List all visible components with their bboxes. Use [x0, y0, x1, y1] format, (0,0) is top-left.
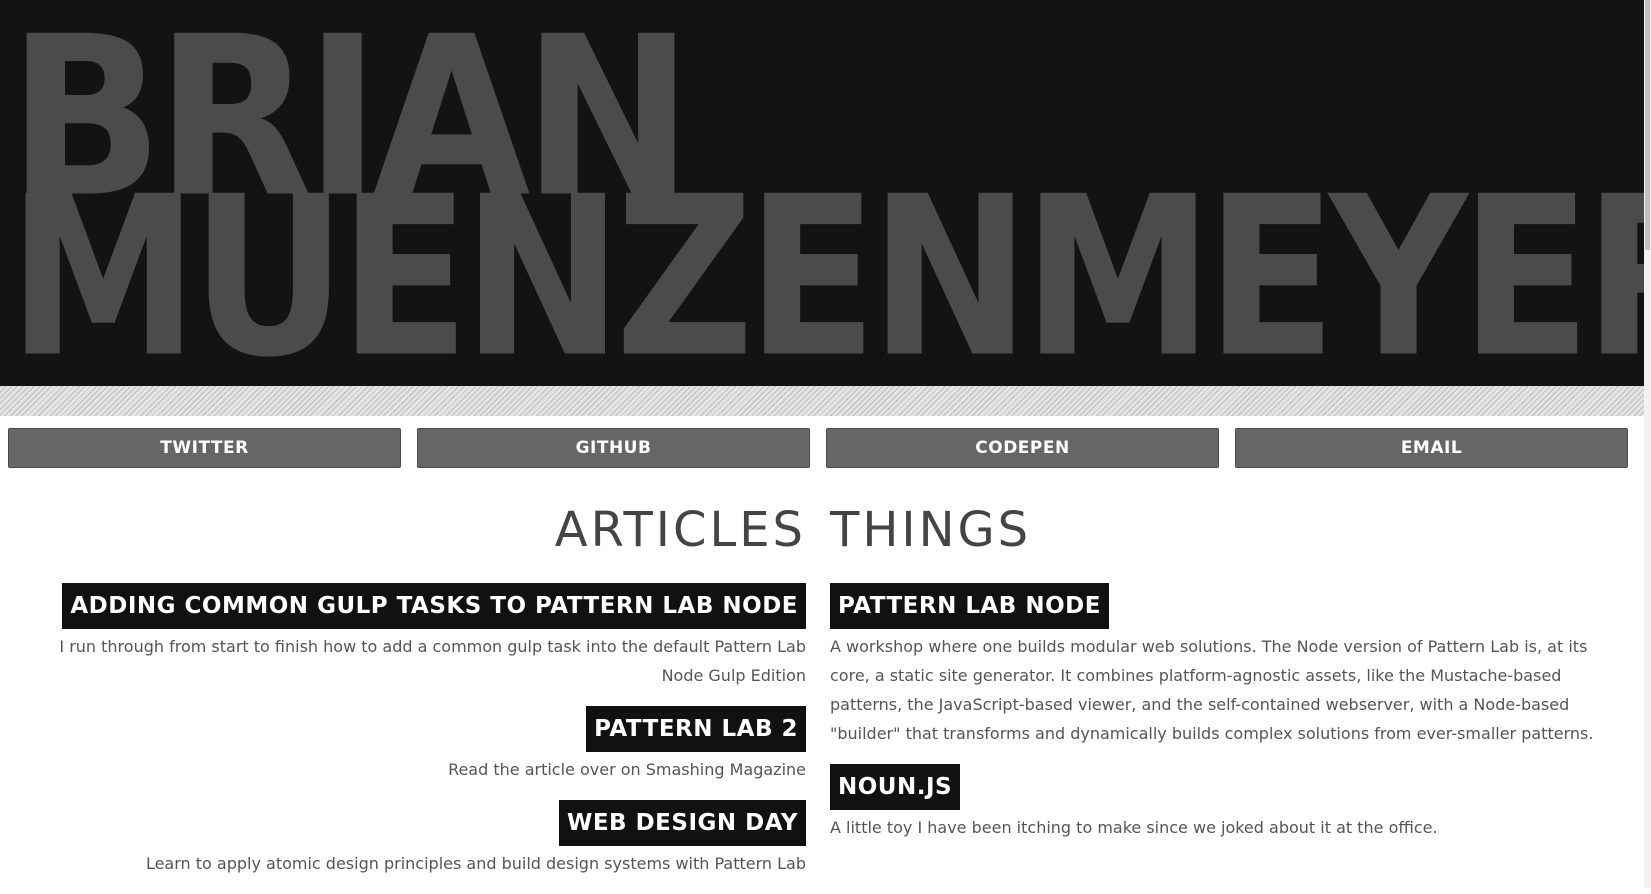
- codepen-button[interactable]: CODEPEN: [826, 428, 1219, 468]
- page-scrollbar[interactable]: [1644, 0, 1651, 888]
- thing-description: A workshop where one builds modular web …: [830, 637, 1594, 743]
- github-button[interactable]: GITHUB: [417, 428, 810, 468]
- articles-list: ADDING COMMON GULP TASKS TO PATTERN LAB …: [26, 583, 806, 894]
- thing-item: PATTERN LAB NODE A workshop where one bu…: [830, 583, 1620, 748]
- article-item: ADDING COMMON GULP TASKS TO PATTERN LAB …: [26, 583, 806, 690]
- twitter-button[interactable]: TWITTER: [8, 428, 401, 468]
- article-item: PATTERN LAB 2 Read the article over on S…: [26, 706, 806, 784]
- hero-banner: BRIAN MUENZENMEYER: [0, 0, 1644, 386]
- social-nav: TWITTER GITHUB CODEPEN EMAIL: [8, 428, 1628, 468]
- scrollbar-thumb[interactable]: [1645, 0, 1650, 250]
- hero-name-last: MUENZENMEYER: [8, 149, 1644, 386]
- articles-heading: ARTICLES: [554, 502, 806, 558]
- thing-title-link[interactable]: NOUN.JS: [830, 764, 961, 810]
- article-title-link[interactable]: ADDING COMMON GULP TASKS TO PATTERN LAB …: [62, 583, 806, 629]
- thing-description: A little toy I have been itching to make…: [830, 818, 1438, 837]
- article-title-link[interactable]: PATTERN LAB 2: [586, 706, 806, 752]
- things-list: PATTERN LAB NODE A workshop where one bu…: [830, 583, 1620, 858]
- article-description: Read the article over on Smashing Magazi…: [448, 760, 806, 779]
- article-title-link[interactable]: WEB DESIGN DAY: [558, 800, 806, 846]
- thing-item: NOUN.JS A little toy I have been itching…: [830, 764, 1620, 842]
- hatched-divider: [0, 386, 1644, 416]
- article-item: WEB DESIGN DAY Learn to apply atomic des…: [26, 800, 806, 878]
- thing-title-link[interactable]: PATTERN LAB NODE: [830, 583, 1109, 629]
- article-description: Learn to apply atomic design principles …: [145, 854, 806, 873]
- email-button[interactable]: EMAIL: [1235, 428, 1628, 468]
- article-description: I run through from start to finish how t…: [59, 637, 806, 685]
- things-heading: THINGS: [830, 502, 1032, 558]
